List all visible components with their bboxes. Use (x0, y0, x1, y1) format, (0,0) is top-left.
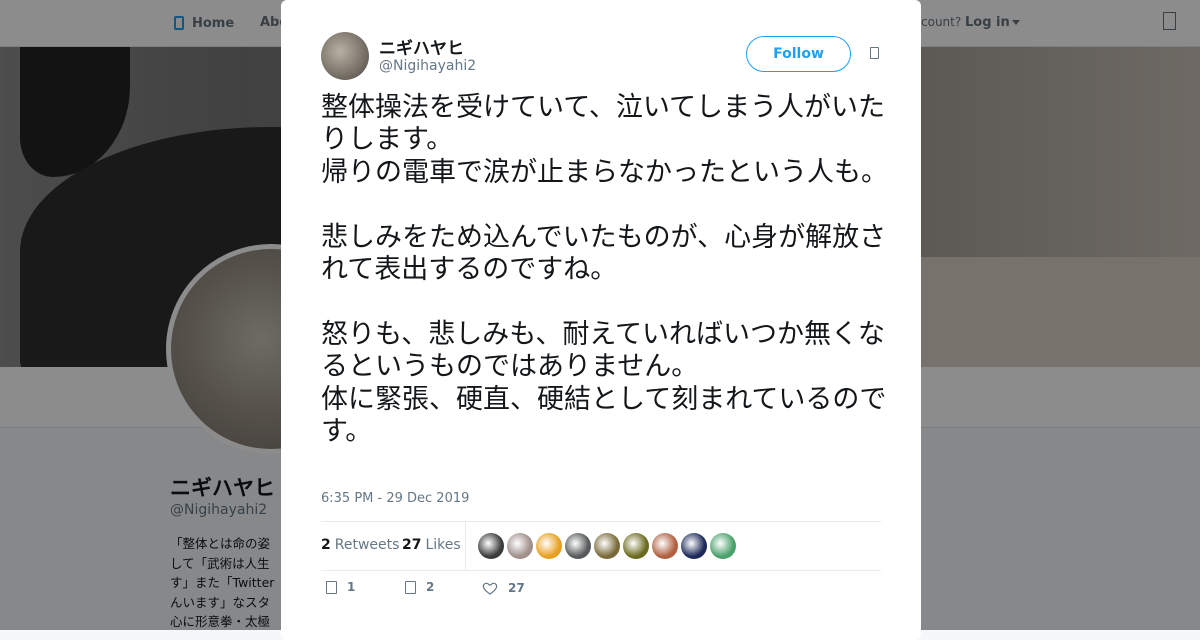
tweet-modal: ニギハヤヒ @Nigihayahi2 Follow 整体操法を受けていて、泣いて… (281, 0, 921, 640)
retweet-action[interactable]: 2 (405, 580, 434, 594)
liker-avatar[interactable] (594, 533, 620, 559)
liker-avatar[interactable] (652, 533, 678, 559)
like-action[interactable]: 27 (482, 580, 525, 596)
liker-avatar[interactable] (478, 533, 504, 559)
like-action-count: 27 (508, 581, 525, 595)
retweets-stat[interactable]: 2 Retweets (321, 537, 399, 553)
liker-avatar[interactable] (565, 533, 591, 559)
reply-action[interactable]: 1 (326, 580, 355, 594)
tweet-text: 整体操法を受けていて、泣いてしまう人がいたりします。 帰りの電車で涙が止まらなか… (321, 92, 888, 448)
author-name[interactable]: ニギハヤヒ (379, 34, 464, 59)
liker-avatar[interactable] (507, 533, 533, 559)
retweet-icon (405, 580, 416, 594)
retweet-action-count: 2 (426, 580, 435, 594)
likes-stat[interactable]: 27 Likes (402, 537, 461, 553)
liker-avatar[interactable] (623, 533, 649, 559)
reply-icon (326, 580, 337, 594)
heart-icon (482, 582, 498, 595)
liker-avatar[interactable] (710, 533, 736, 559)
tweet-stats: 2 Retweets 27 Likes (321, 521, 881, 571)
follow-button[interactable]: Follow (746, 36, 851, 72)
likes-count: 27 (402, 537, 422, 553)
author-avatar[interactable] (321, 32, 369, 80)
more-options-icon[interactable] (870, 47, 879, 59)
retweets-count: 2 (321, 537, 331, 553)
retweets-label: Retweets (334, 537, 400, 553)
likes-label: Likes (425, 537, 461, 553)
stats-divider (465, 522, 466, 570)
tweet-timestamp[interactable]: 6:35 PM - 29 Dec 2019 (321, 491, 469, 506)
liker-avatar[interactable] (681, 533, 707, 559)
author-handle[interactable]: @Nigihayahi2 (379, 58, 476, 74)
reply-count: 1 (347, 580, 356, 594)
liker-avatars (478, 533, 736, 559)
liker-avatar[interactable] (536, 533, 562, 559)
